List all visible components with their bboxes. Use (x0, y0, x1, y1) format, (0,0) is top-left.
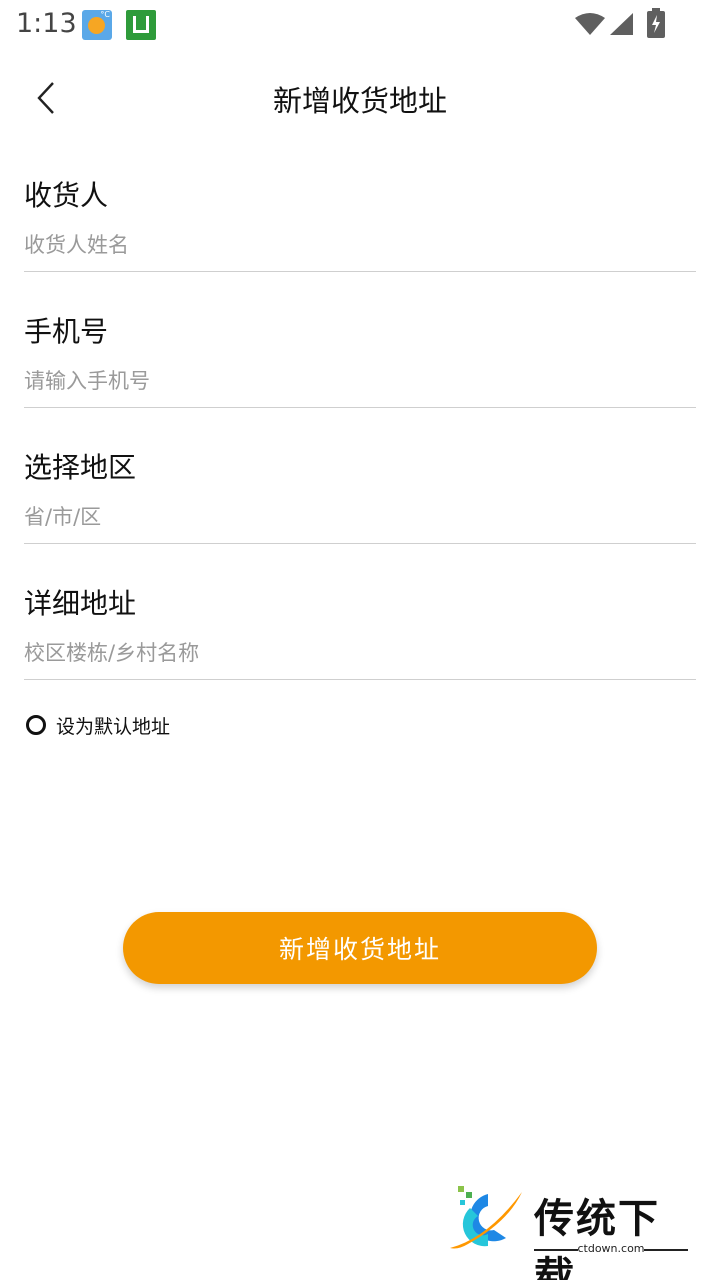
page-title: 新增收货地址 (272, 84, 447, 118)
region-input[interactable] (24, 500, 696, 534)
default-address-label: 设为默认地址 (56, 715, 171, 738)
signal-icon (610, 13, 633, 35)
field-region[interactable]: 选择地区 (24, 408, 696, 544)
status-time: 1:13 (16, 8, 77, 39)
field-recipient: 收货人 (24, 136, 696, 272)
address-form: 收货人 手机号 选择地区 详细地址 (24, 136, 696, 680)
watermark-title: 传统下载 (534, 1196, 660, 1280)
detail-address-label: 详细地址 (24, 587, 137, 620)
radio-unchecked-icon[interactable] (26, 715, 46, 735)
phone-input[interactable] (24, 364, 696, 398)
region-label: 选择地区 (24, 451, 137, 484)
recipient-label: 收货人 (24, 179, 109, 212)
status-bar: 1:13 °C (0, 0, 720, 50)
watermark: 传统下载 ctdown.com (448, 1186, 698, 1280)
default-address-toggle[interactable]: 设为默认地址 (26, 710, 170, 740)
app-icon (126, 10, 156, 40)
phone-label: 手机号 (24, 315, 109, 348)
ctdown-logo-icon (450, 1186, 522, 1249)
wifi-icon (575, 13, 605, 35)
recipient-input[interactable] (24, 228, 696, 262)
field-phone: 手机号 (24, 272, 696, 408)
weather-icon: °C (82, 10, 112, 40)
field-detail-address: 详细地址 (24, 544, 696, 680)
detail-address-input[interactable] (24, 636, 696, 670)
watermark-url: ctdown.com (534, 1242, 688, 1255)
submit-button[interactable]: 新增收货地址 (123, 912, 597, 984)
nav-bar: 新增收货地址 (0, 60, 720, 136)
battery-charging-icon (647, 8, 665, 38)
